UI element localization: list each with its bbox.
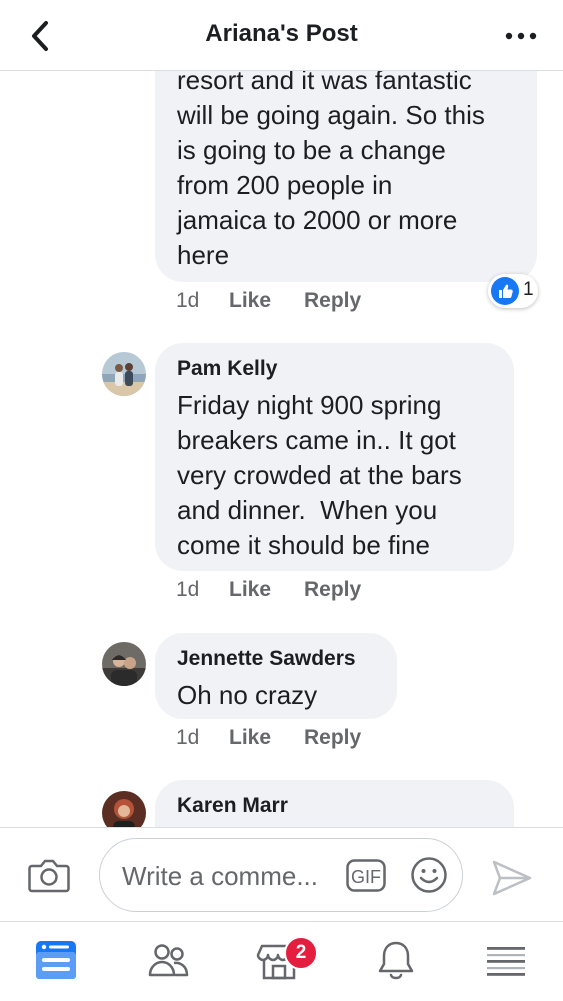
- page-title: Ariana's Post: [205, 20, 358, 47]
- comment-composer: GIF: [0, 827, 563, 922]
- comment-bubble: resort and it was fantastic will be goin…: [155, 70, 537, 282]
- notifications-icon: [378, 941, 414, 980]
- comment-input[interactable]: [120, 855, 344, 897]
- tab-friends[interactable]: [145, 938, 193, 984]
- like-button[interactable]: Like: [229, 289, 271, 313]
- friends-icon: [148, 944, 189, 977]
- comment-text: resort and it was fantastic will be goin…: [177, 70, 485, 270]
- reply-button[interactable]: Reply: [304, 289, 361, 313]
- comment-timestamp: 1d: [176, 289, 200, 312]
- send-icon: [492, 860, 532, 896]
- comment-author[interactable]: Pam Kelly: [177, 357, 277, 381]
- comment-bubble: Karen Marr: [155, 780, 514, 827]
- like-button[interactable]: Like: [229, 726, 271, 750]
- top-bar: Ariana's Post: [0, 0, 563, 71]
- more-options-button[interactable]: [503, 22, 539, 50]
- more-horizontal-icon: [505, 32, 537, 40]
- reaction-summary[interactable]: 1: [488, 274, 538, 308]
- menu-icon: [487, 947, 525, 976]
- comment-author[interactable]: Karen Marr: [177, 794, 288, 818]
- comment-thread[interactable]: resort and it was fantastic will be goin…: [0, 70, 563, 827]
- like-reaction-icon: [491, 277, 519, 305]
- home-feed-icon: [36, 941, 76, 979]
- reaction-count: 1: [523, 279, 534, 300]
- comment-bubble: Jennette Sawders Oh no crazy: [155, 633, 397, 719]
- avatar[interactable]: [102, 642, 146, 686]
- comment-author[interactable]: Jennette Sawders: [177, 647, 356, 671]
- tab-home-feed[interactable]: [33, 938, 81, 984]
- bottom-tab-bar: 2: [0, 921, 563, 1001]
- tab-notifications[interactable]: [372, 938, 420, 984]
- gif-button[interactable]: GIF: [346, 859, 386, 892]
- avatar[interactable]: [102, 352, 146, 396]
- comment-timestamp: 1d: [176, 578, 200, 601]
- comment-bubble: Pam Kelly Friday night 900 spring breake…: [155, 343, 514, 571]
- comment-input-box[interactable]: GIF: [99, 838, 463, 912]
- emoji-button[interactable]: [410, 856, 448, 894]
- reply-button[interactable]: Reply: [304, 578, 361, 602]
- comment-text: Oh no crazy: [177, 680, 318, 710]
- camera-button[interactable]: [27, 856, 71, 894]
- marketplace-badge: 2: [284, 936, 318, 970]
- emoji-icon: [411, 857, 447, 893]
- avatar[interactable]: [102, 791, 146, 827]
- send-button[interactable]: [490, 858, 534, 898]
- camera-icon: [28, 859, 70, 893]
- gif-label: GIF: [351, 867, 381, 887]
- comment-timestamp: 1d: [176, 726, 200, 749]
- comment-text: Friday night 900 spring breakers came in…: [177, 390, 462, 560]
- like-button[interactable]: Like: [229, 578, 271, 602]
- tab-menu[interactable]: [484, 938, 532, 984]
- reply-button[interactable]: Reply: [304, 726, 361, 750]
